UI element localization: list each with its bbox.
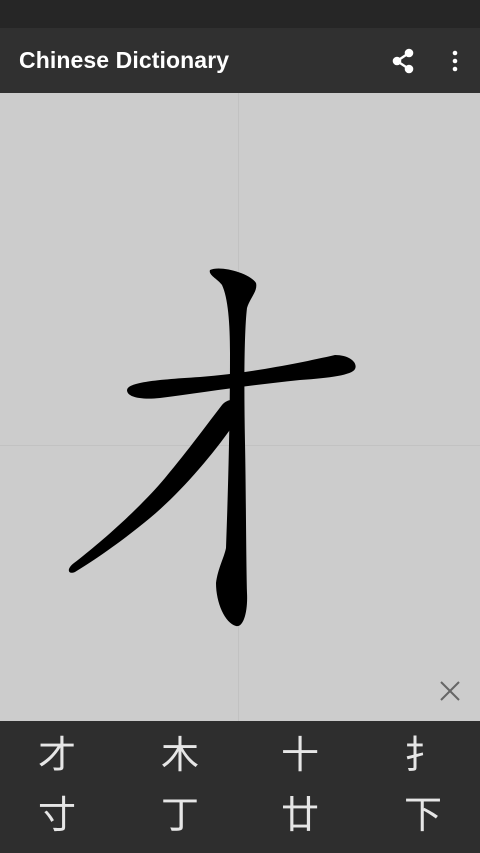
stroke-left-falling xyxy=(68,400,243,573)
more-vert-icon xyxy=(452,50,458,71)
candidate-character[interactable]: 下 xyxy=(360,785,480,845)
share-icon xyxy=(392,48,414,73)
candidate-character[interactable]: 寸 xyxy=(0,785,120,845)
handwritten-strokes xyxy=(68,268,356,627)
candidate-character[interactable]: 廿 xyxy=(240,785,360,845)
candidate-character[interactable]: 丁 xyxy=(120,785,240,845)
candidate-character[interactable]: 才 xyxy=(0,725,120,785)
candidate-bar: 才 木 十 扌 寸 丁 廿 下 xyxy=(0,721,480,853)
app-bar: Chinese Dictionary xyxy=(0,28,480,93)
share-button[interactable] xyxy=(380,38,426,84)
candidate-character[interactable]: 扌 xyxy=(360,725,480,785)
app-title: Chinese Dictionary xyxy=(19,47,230,73)
close-icon xyxy=(440,681,460,701)
candidate-character[interactable]: 十 xyxy=(240,725,360,785)
status-bar xyxy=(0,0,480,28)
clear-canvas-button[interactable] xyxy=(432,673,468,709)
handwriting-canvas[interactable] xyxy=(0,93,480,721)
overflow-menu-button[interactable] xyxy=(432,38,478,84)
candidate-character[interactable]: 木 xyxy=(120,725,240,785)
